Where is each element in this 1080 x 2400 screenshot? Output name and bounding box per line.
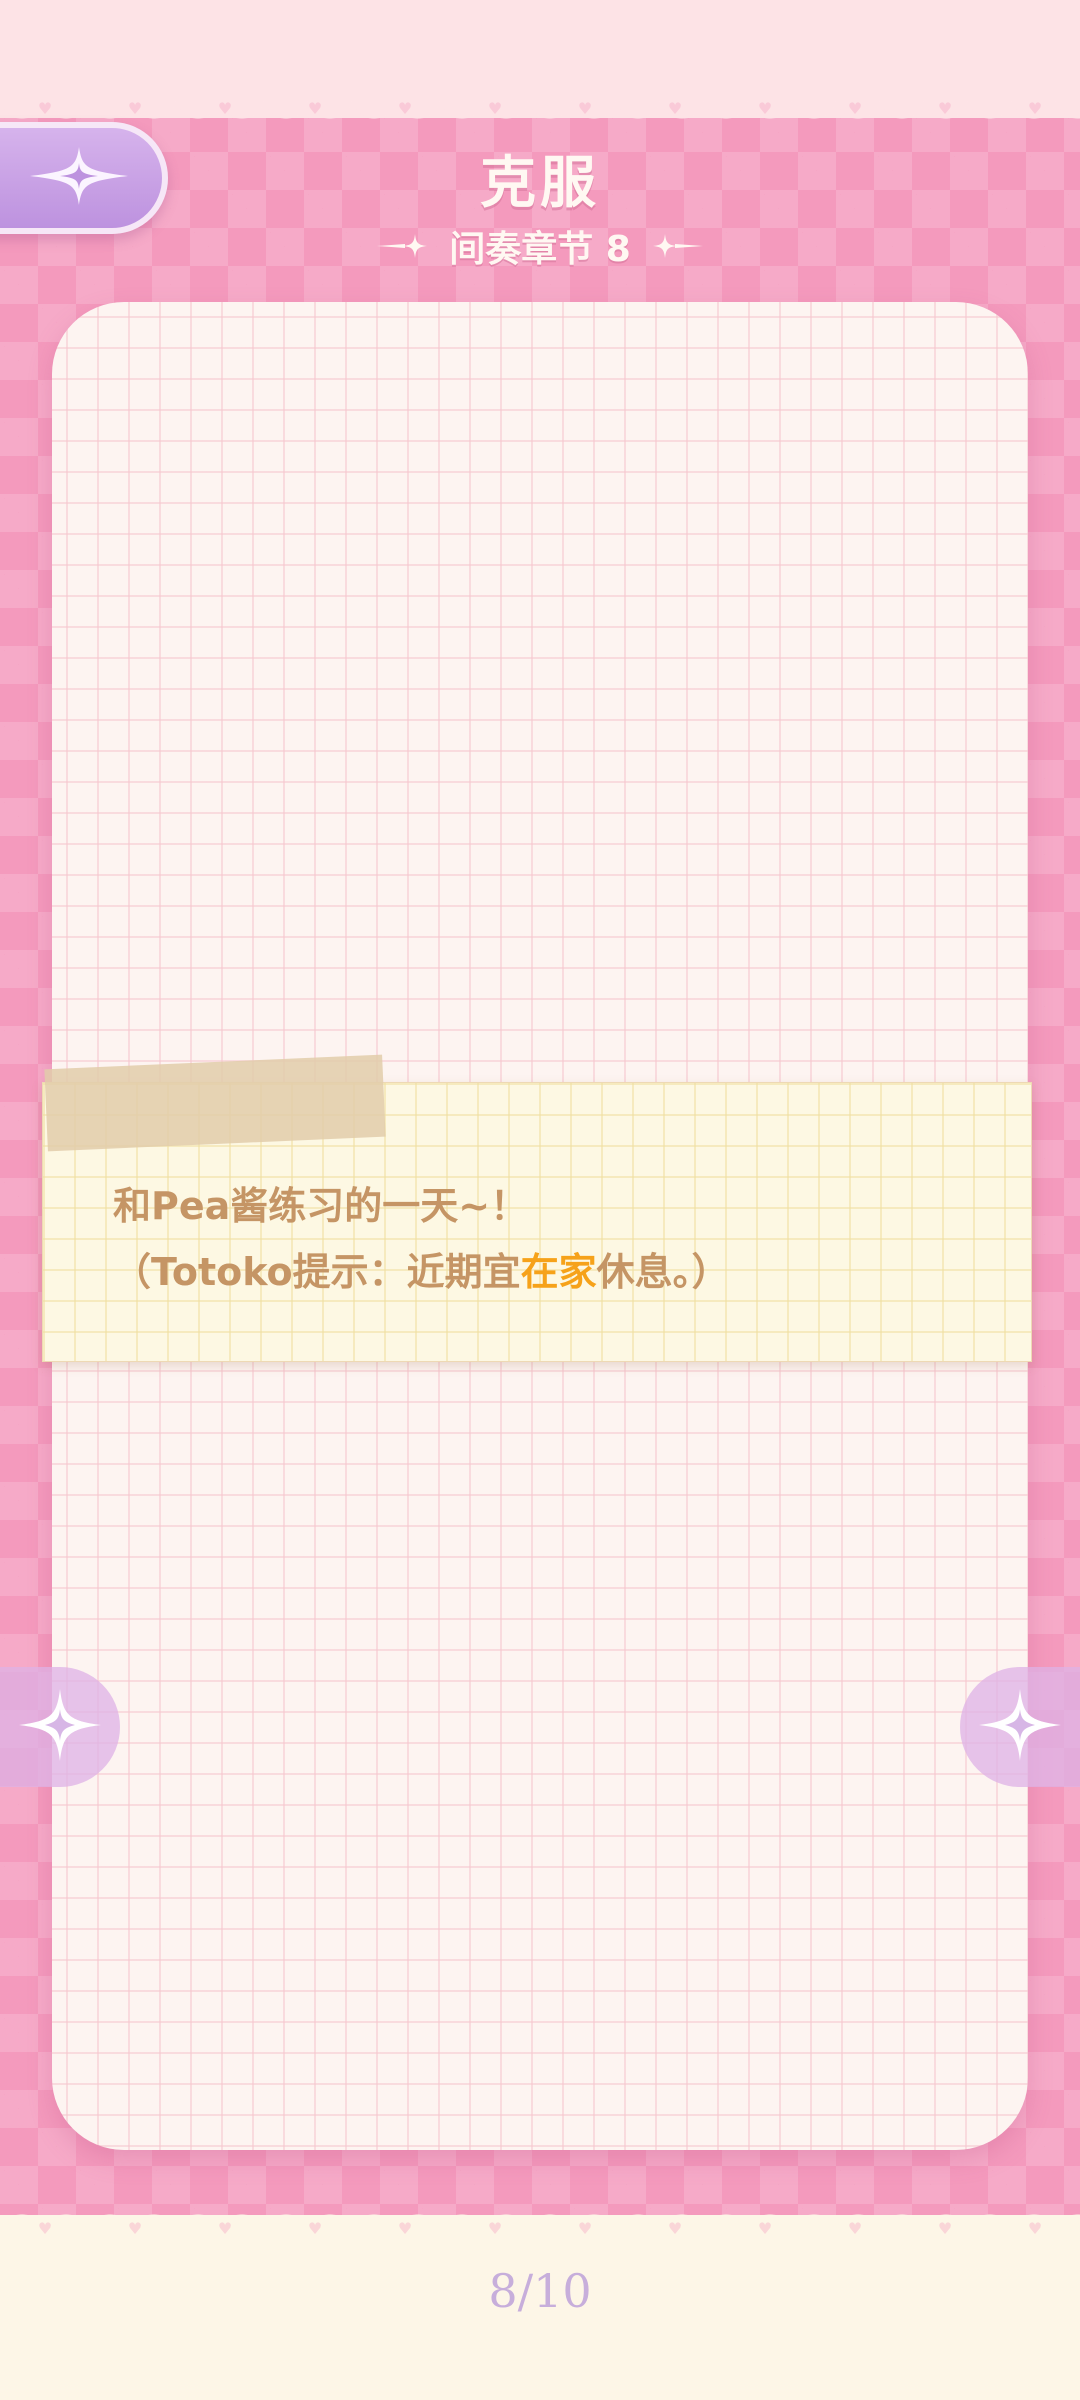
page-title: 克服 bbox=[480, 151, 600, 216]
previous-page-button[interactable] bbox=[0, 1667, 120, 1787]
note-suffix: 休息。） bbox=[596, 1250, 730, 1294]
four-point-star-icon bbox=[0, 1685, 105, 1769]
sparkle-left-icon bbox=[375, 232, 431, 260]
note-highlight: 在家 bbox=[520, 1250, 597, 1294]
chapter-label: 间奏章节 8 bbox=[449, 229, 631, 270]
page-indicator: 8/10 bbox=[488, 2264, 592, 2318]
masking-tape bbox=[44, 1054, 386, 1152]
bottom-heart-decoration: ♥ ♥ ♥ ♥ ♥ ♥ ♥ ♥ ♥ ♥ ♥ ♥ bbox=[37, 2218, 1043, 2238]
sparkle-right-icon bbox=[649, 232, 705, 260]
next-page-button[interactable] bbox=[960, 1667, 1080, 1787]
four-point-star-icon bbox=[975, 1685, 1080, 1769]
note-text-line-1: 和Pea酱练习的一天~！ bbox=[113, 1184, 529, 1228]
chapter-subtitle: 间奏章节 8 bbox=[0, 218, 1080, 274]
note-prefix: （Totoko提示：近期宜 bbox=[113, 1250, 521, 1294]
note-text-line-2: （Totoko提示：近期宜在家休息。） bbox=[113, 1241, 730, 1296]
top-heart-decoration: ♥ ♥ ♥ ♥ ♥ ♥ ♥ ♥ ♥ ♥ ♥ ♥ bbox=[37, 98, 1043, 118]
